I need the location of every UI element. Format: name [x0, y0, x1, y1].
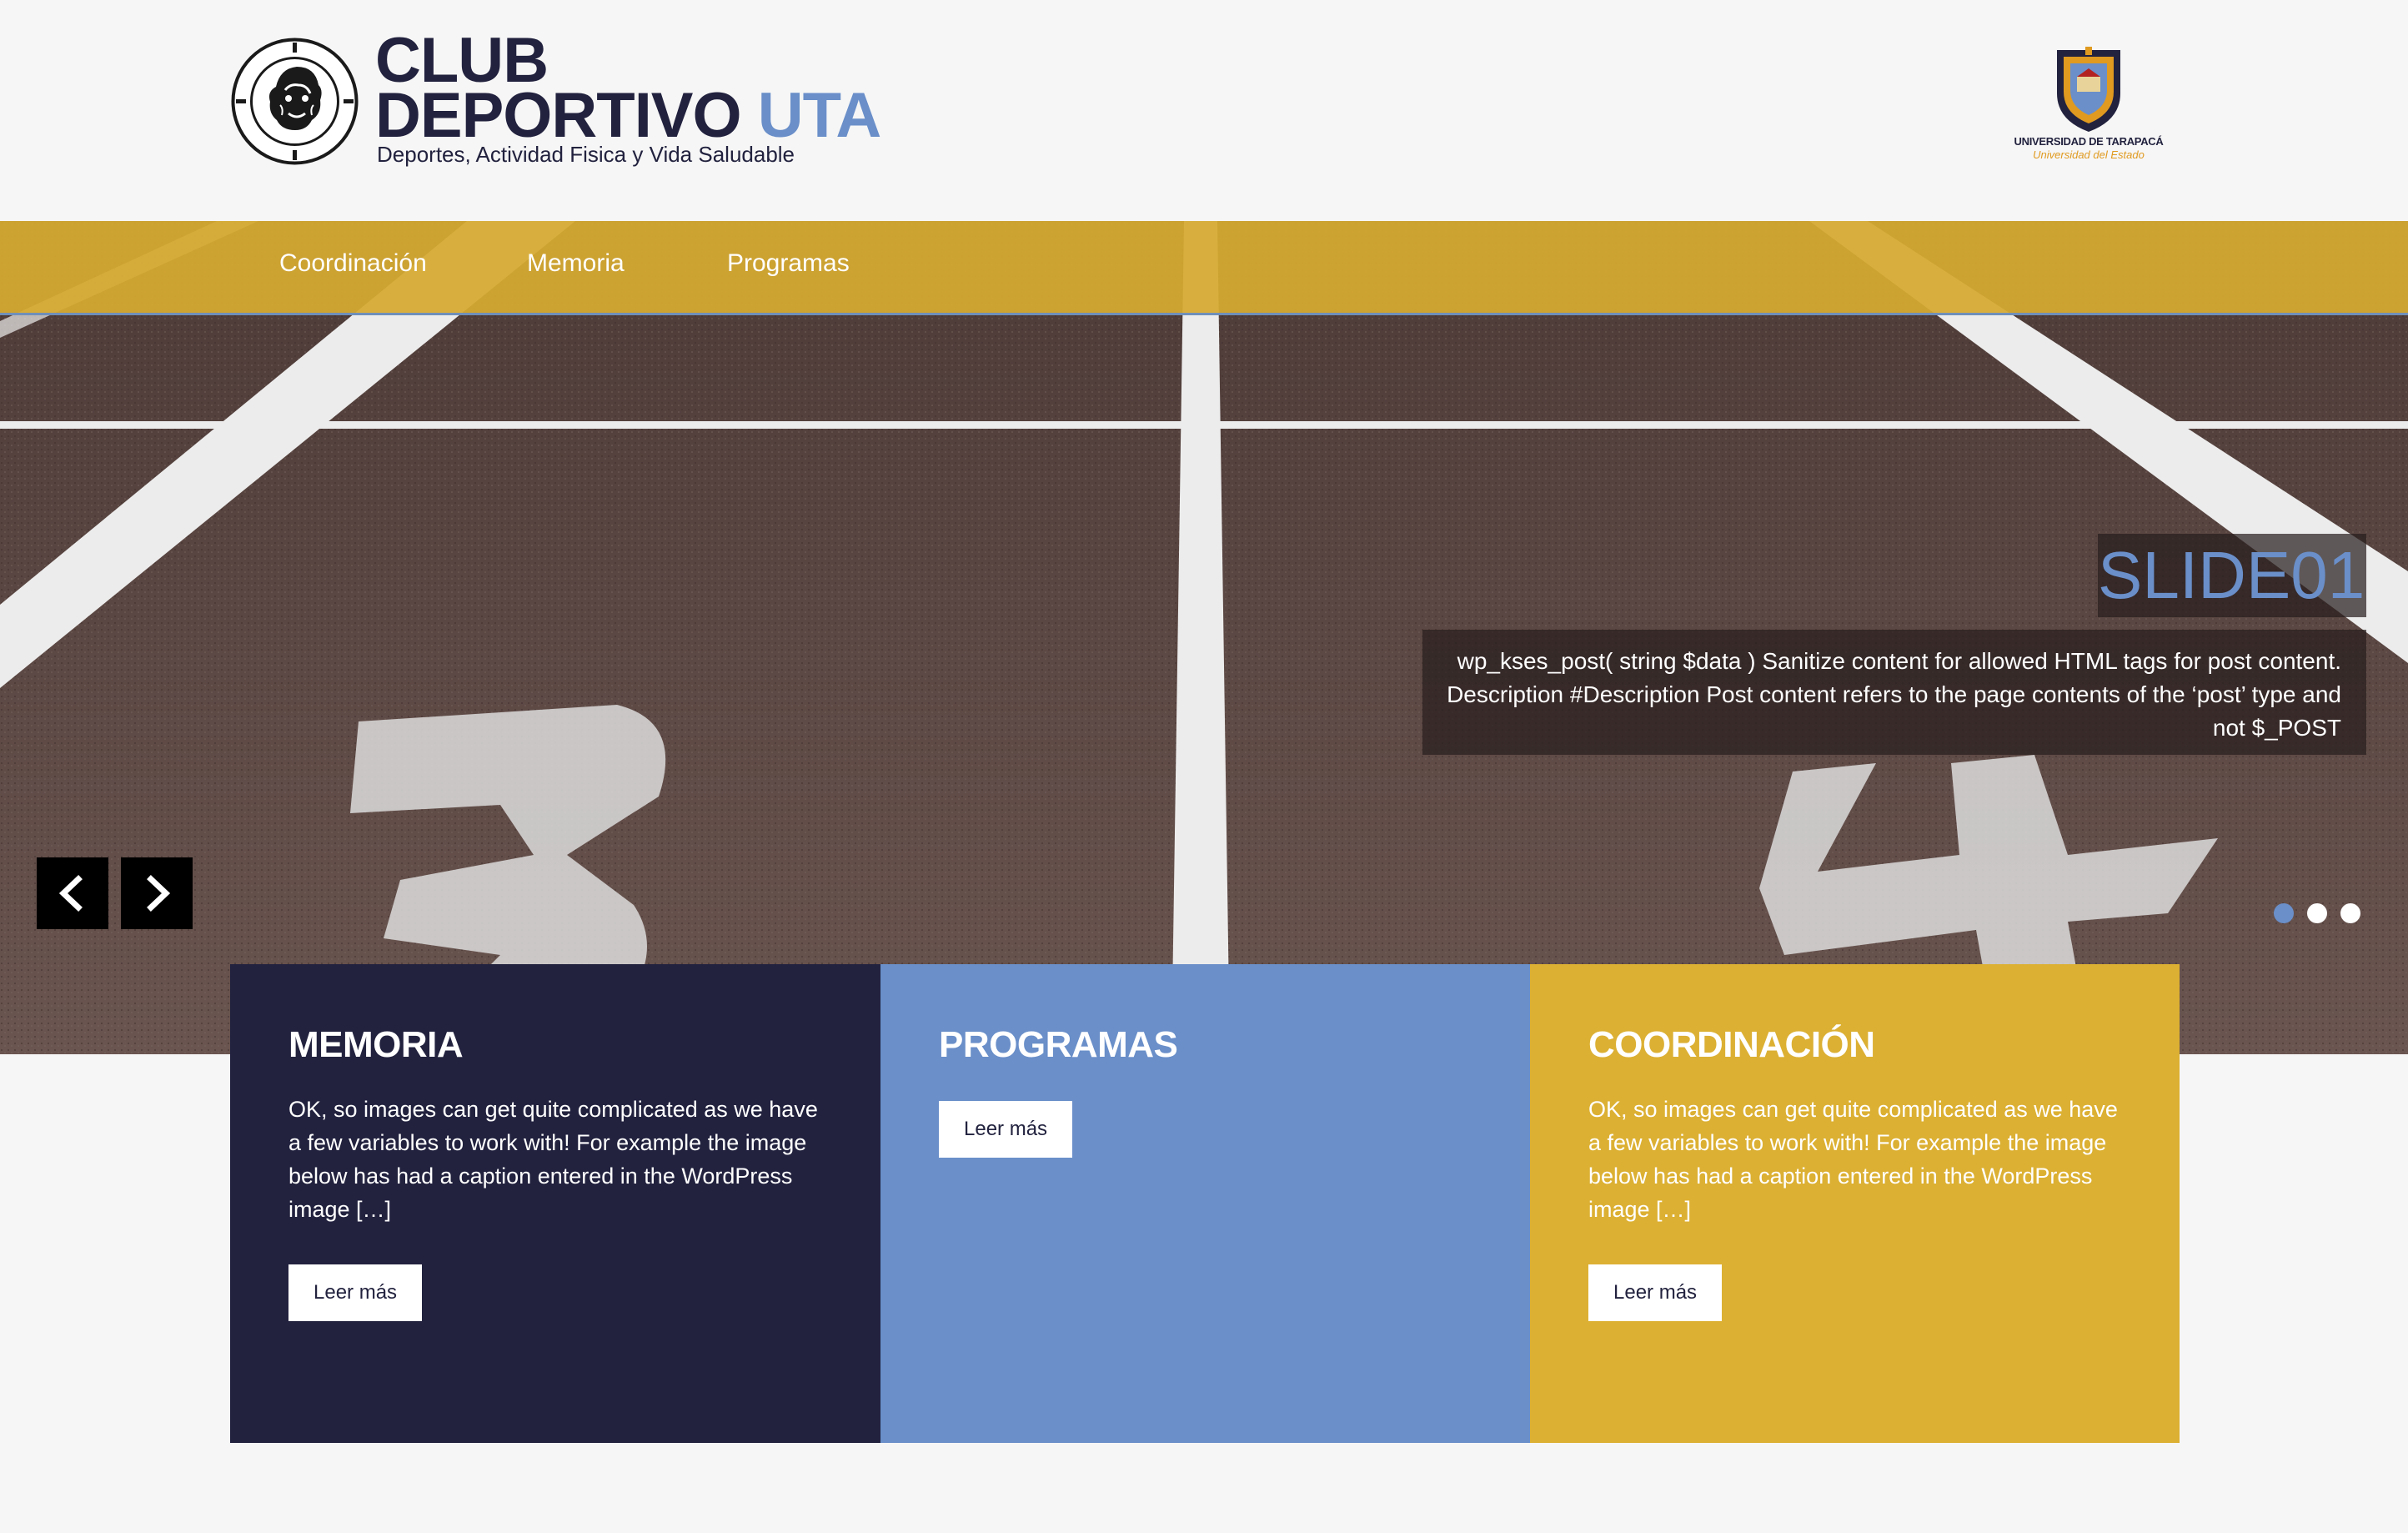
read-more-button[interactable]: Leer más — [939, 1101, 1073, 1158]
main-nav: Coordinación Memoria Programas — [0, 221, 2408, 315]
read-more-button[interactable]: Leer más — [1588, 1264, 1723, 1321]
slider-next-button[interactable] — [121, 857, 193, 929]
club-seal-logo[interactable] — [230, 37, 359, 166]
slider-dot-1[interactable] — [2274, 903, 2294, 923]
card-text: OK, so images can get quite complicated … — [288, 1097, 818, 1222]
site-title-word: DEPORTIVO — [375, 80, 742, 151]
chevron-left-icon — [58, 875, 83, 912]
nav-item-coordinacion[interactable]: Coordinación — [279, 249, 427, 278]
slider-dot-2[interactable] — [2307, 903, 2327, 923]
university-subtitle: Universidad del Estado — [2033, 148, 2145, 161]
site-title-accent: UTA — [757, 80, 882, 151]
university-crest-icon — [2057, 47, 2120, 132]
slider-dot-3[interactable] — [2340, 903, 2360, 923]
card-title: PROGRAMAS — [939, 1024, 1178, 1065]
slide-title: SLIDE01 — [2098, 534, 2366, 617]
card-text: OK, so images can get quite complicated … — [1588, 1097, 2118, 1222]
nav-item-memoria[interactable]: Memoria — [527, 249, 625, 278]
card-coordinacion: COORDINACIÓN OK, so images can get quite… — [1530, 964, 2180, 1443]
read-more-button[interactable]: Leer más — [288, 1264, 423, 1321]
lion-seal-icon — [231, 38, 359, 165]
slide-description: wp_kses_post( string $data ) Sanitize co… — [1422, 630, 2366, 755]
site-header: CLUB DEPORTIVO UTA Deportes, Actividad F… — [0, 0, 2408, 221]
card-programas: PROGRAMAS Leer más — [880, 964, 1531, 1443]
card-title: MEMORIA — [288, 1024, 464, 1065]
card-memoria: MEMORIA OK, so images can get quite comp… — [230, 964, 880, 1443]
slider-prev-button[interactable] — [37, 857, 108, 929]
site-tagline: Deportes, Actividad Fisica y Vida Saluda… — [377, 142, 795, 167]
site-title[interactable]: CLUB DEPORTIVO UTA — [375, 29, 881, 148]
chevron-right-icon — [147, 875, 171, 912]
site-title-line2: DEPORTIVO UTA — [375, 84, 881, 148]
card-title: COORDINACIÓN — [1588, 1024, 1875, 1065]
university-name: UNIVERSIDAD DE TARAPACÁ — [2014, 135, 2164, 148]
university-logo[interactable]: UNIVERSIDAD DE TARAPACÁ Universidad del … — [2005, 43, 2172, 168]
nav-item-programas[interactable]: Programas — [727, 249, 850, 278]
hero-slider: Coordinación Memoria Programas SLIDE01 w… — [0, 221, 2408, 1054]
